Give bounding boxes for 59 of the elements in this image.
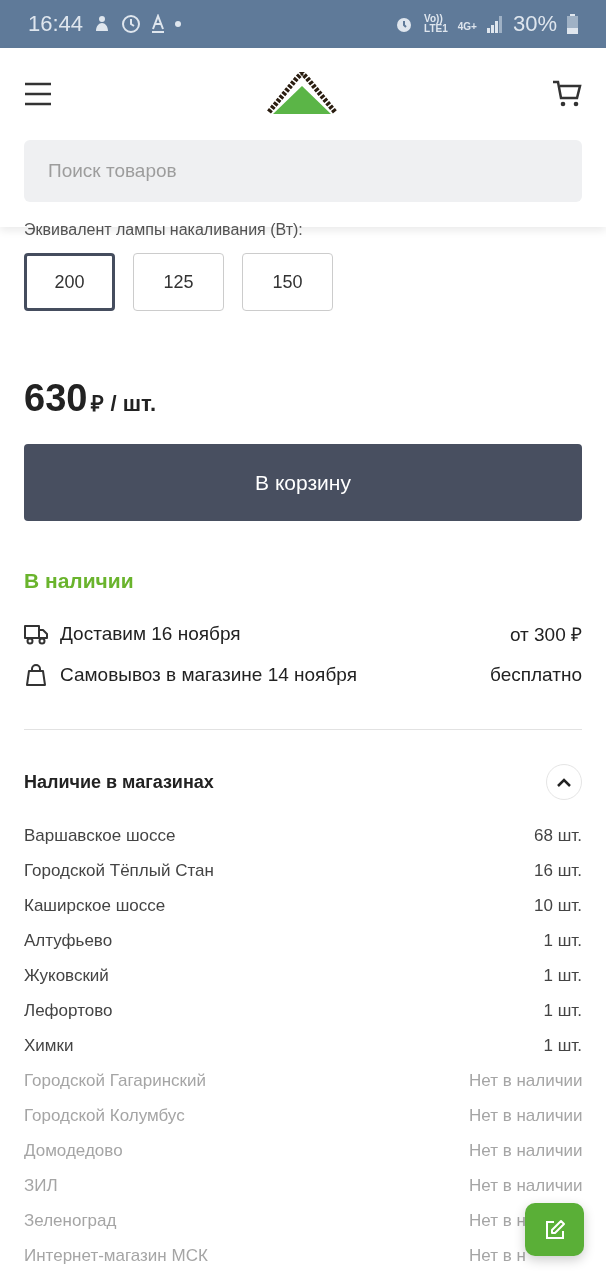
store-stock: Нет в наличии xyxy=(469,1140,583,1160)
option-label: Эквивалент лампы накаливания (Вт): xyxy=(24,221,304,239)
truck-icon xyxy=(24,622,48,645)
store-stock: 68 шт. xyxy=(534,825,582,845)
price-unit: ₽ / шт. xyxy=(91,390,157,417)
edit-icon xyxy=(543,1218,566,1241)
feedback-button[interactable] xyxy=(525,1203,584,1256)
store-stock: 1 шт. xyxy=(543,1035,582,1055)
store-name: Алтуфьево xyxy=(24,930,113,951)
section-title: Наличие в магазинах xyxy=(24,771,214,793)
signal-icon xyxy=(486,15,503,33)
status-time: 16:44 xyxy=(28,11,84,37)
logo-drawing[interactable] xyxy=(267,72,337,116)
volte-label: Vo)) xyxy=(424,14,444,24)
delivery-price: бесплатно xyxy=(489,663,582,686)
store-name: Домодедово xyxy=(24,1140,123,1161)
store-stock: 16 шт. xyxy=(534,860,582,880)
bag-icon xyxy=(24,663,48,686)
delivery-option: Самовывоз в магазине 14 ноября xyxy=(60,663,478,686)
menu-icon[interactable] xyxy=(24,82,52,106)
store-name: Варшавское шоссе xyxy=(24,825,176,846)
collapse-button[interactable] xyxy=(546,764,582,800)
store-name: Каширское шоссе xyxy=(24,895,166,916)
cart-icon[interactable] xyxy=(552,80,582,108)
store-name: ЗИЛ xyxy=(24,1175,58,1196)
store-stock: 1 шт. xyxy=(543,930,582,950)
store-stock: Нет в наличии xyxy=(469,1070,583,1090)
store-stock: 1 шт. xyxy=(543,965,582,985)
store-name: Жуковский xyxy=(24,965,109,986)
store-stock: Нет в наличии xyxy=(469,1175,583,1195)
delivery-price: от 300 ₽ xyxy=(509,622,582,647)
delivery-option: Доставим 16 ноября xyxy=(60,622,498,645)
store-name: Городской Колумбус xyxy=(24,1105,185,1126)
store-name: Городской Тёплый Стан xyxy=(24,860,214,881)
store-stock: 10 шт. xyxy=(534,895,582,915)
battery-level: 30% xyxy=(512,11,557,37)
store-stock: 1 шт. xyxy=(543,1000,582,1020)
store-stock: Нет в н xyxy=(469,1245,526,1265)
store-name: Городской Гагаринский xyxy=(24,1070,207,1091)
network-label: 4G+ xyxy=(457,21,477,32)
chevron-icon xyxy=(556,777,572,787)
battery-icon xyxy=(567,14,578,34)
dot-icon xyxy=(175,21,182,27)
option-button[interactable]: 200 xyxy=(24,253,115,311)
font-icon xyxy=(151,14,166,34)
option-button[interactable]: 150 xyxy=(242,253,333,311)
add-to-cart-button[interactable]: В корзину xyxy=(24,444,582,521)
store-stock: Нет в наличии xyxy=(469,1105,583,1125)
clock-icon xyxy=(121,14,142,34)
store-name: Зеленоград xyxy=(24,1210,117,1231)
store-stock: Нет в н xyxy=(469,1210,526,1230)
lte-label: LTE1 xyxy=(424,24,448,34)
price-amount: 630 xyxy=(24,377,88,420)
store-name: Интернет-магазин МСК xyxy=(24,1245,208,1266)
store-name: Лефортово xyxy=(24,1000,113,1021)
search-field[interactable]: Поиск товаров xyxy=(24,140,582,202)
stock-status: В наличии xyxy=(24,569,135,593)
option-button[interactable]: 125 xyxy=(133,253,224,311)
store-name: Химки xyxy=(24,1035,74,1056)
